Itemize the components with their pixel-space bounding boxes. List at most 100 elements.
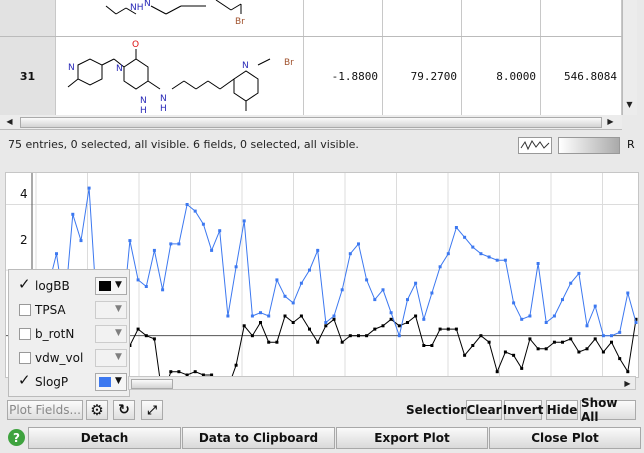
close-plot-button[interactable]: Close Plot	[489, 427, 641, 449]
data-point-slogp[interactable]	[201, 222, 205, 226]
range-slider[interactable]	[558, 137, 620, 154]
data-point-slogp[interactable]	[144, 285, 148, 288]
data-point-logbb[interactable]	[454, 327, 458, 331]
data-point-slogp[interactable]	[479, 252, 483, 256]
data-point-slogp[interactable]	[438, 265, 442, 269]
data-point-slogp[interactable]	[454, 226, 458, 229]
data-point-slogp[interactable]	[332, 314, 336, 318]
data-point-slogp[interactable]	[365, 278, 369, 282]
data-point-slogp[interactable]	[348, 252, 352, 256]
data-point-logbb[interactable]	[430, 344, 434, 347]
settings-button[interactable]: ⚙	[86, 400, 108, 420]
data-point-slogp[interactable]	[536, 262, 540, 265]
sparkline-toggle-button[interactable]	[518, 137, 552, 154]
scroll-right-icon[interactable]: ▶	[621, 377, 634, 390]
scroll-thumb[interactable]	[131, 379, 173, 389]
data-point-slogp[interactable]	[577, 271, 581, 275]
data-point-slogp[interactable]	[381, 288, 385, 292]
data-point-logbb[interactable]	[381, 324, 385, 328]
data-point-slogp[interactable]	[218, 229, 222, 233]
data-point-slogp[interactable]	[585, 324, 589, 328]
data-point-slogp[interactable]	[324, 321, 328, 324]
legend-item-rotn[interactable]: b_rotN ▼	[9, 323, 129, 347]
data-point-slogp[interactable]	[169, 242, 173, 246]
data-point-slogp[interactable]	[136, 278, 140, 282]
table-vertical-scrollbar[interactable]: ▼	[622, 0, 637, 115]
data-point-slogp[interactable]	[55, 252, 58, 256]
checkbox-unchecked-icon[interactable]	[19, 304, 31, 316]
scroll-down-icon[interactable]: ▼	[623, 98, 636, 111]
data-point-logbb[interactable]	[397, 324, 401, 328]
data-point-slogp[interactable]	[397, 334, 401, 338]
data-point-logbb[interactable]	[544, 347, 548, 351]
data-point-slogp[interactable]	[422, 317, 426, 321]
r-label[interactable]: R	[627, 138, 635, 151]
data-point-slogp[interactable]	[161, 288, 165, 292]
scroll-left-icon[interactable]: ◀	[3, 115, 16, 128]
data-point-slogp[interactable]	[340, 288, 344, 292]
data-point-slogp[interactable]	[561, 298, 564, 302]
checkbox-checked-icon[interactable]: ✓	[18, 275, 31, 293]
data-point-slogp[interactable]	[373, 298, 377, 302]
data-point-logbb[interactable]	[250, 334, 254, 338]
checkbox-unchecked-icon[interactable]	[19, 328, 31, 340]
data-point-slogp[interactable]	[291, 301, 295, 305]
data-point-logbb[interactable]	[193, 370, 197, 374]
checkbox-unchecked-icon[interactable]	[19, 352, 31, 364]
data-point-logbb[interactable]	[471, 344, 475, 347]
color-picker-rotn[interactable]: ▼	[95, 325, 127, 343]
data-point-slogp[interactable]	[634, 321, 638, 324]
data-point-logbb[interactable]	[259, 321, 262, 324]
plot-horizontal-scrollbar[interactable]: ▶	[128, 376, 636, 390]
data-point-logbb[interactable]	[528, 337, 532, 341]
fit-button[interactable]: ⤢	[141, 400, 163, 420]
legend-item-slogp[interactable]: ✓ SlogP ▼	[9, 371, 129, 395]
data-point-logbb[interactable]	[152, 337, 156, 341]
data-point-logbb[interactable]	[332, 317, 336, 321]
data-point-logbb[interactable]	[593, 337, 597, 341]
data-point-logbb[interactable]	[552, 340, 556, 344]
data-point-logbb[interactable]	[389, 317, 393, 321]
data-point-slogp[interactable]	[259, 311, 262, 315]
refresh-button[interactable]: ↻	[113, 400, 135, 420]
data-point-logbb[interactable]	[520, 366, 524, 370]
data-point-slogp[interactable]	[495, 258, 499, 262]
data-point-logbb[interactable]	[512, 353, 516, 357]
table-horizontal-scrollbar[interactable]: ◀ ▶	[0, 115, 622, 130]
data-point-logbb[interactable]	[365, 334, 369, 338]
data-point-logbb[interactable]	[373, 327, 377, 331]
scroll-thumb[interactable]	[20, 117, 602, 128]
data-point-slogp[interactable]	[503, 258, 507, 262]
data-point-slogp[interactable]	[308, 268, 311, 272]
data-point-slogp[interactable]	[593, 304, 597, 308]
data-point-logbb[interactable]	[618, 357, 622, 361]
data-point-slogp[interactable]	[544, 321, 548, 324]
data-point-slogp[interactable]	[471, 245, 475, 249]
data-point-logbb[interactable]	[242, 324, 246, 328]
data-point-logbb[interactable]	[406, 321, 409, 324]
data-point-slogp[interactable]	[487, 255, 491, 259]
data-point-slogp[interactable]	[283, 294, 287, 298]
scroll-right-icon[interactable]: ▶	[604, 115, 617, 128]
data-point-slogp[interactable]	[569, 281, 573, 285]
data-to-clipboard-button[interactable]: Data to Clipboard	[182, 427, 335, 449]
data-point-slogp[interactable]	[242, 219, 246, 223]
checkbox-checked-icon[interactable]: ✓	[18, 371, 31, 389]
data-point-slogp[interactable]	[618, 330, 622, 334]
data-point-slogp[interactable]	[299, 281, 303, 285]
table-row[interactable]: NH N Br	[0, 0, 622, 37]
help-button[interactable]: ?	[8, 429, 25, 446]
data-point-logbb[interactable]	[479, 334, 483, 338]
data-point-slogp[interactable]	[226, 314, 230, 318]
data-table[interactable]: NH N Br 31 O N N N H N H N Br -1.8800 79…	[0, 0, 622, 116]
data-point-slogp[interactable]	[250, 314, 254, 318]
data-point-slogp[interactable]	[463, 235, 467, 239]
legend-item-tpsa[interactable]: TPSA ▼	[9, 299, 129, 323]
data-point-logbb[interactable]	[487, 340, 491, 344]
data-point-logbb[interactable]	[324, 324, 328, 328]
plot-fields-button[interactable]: Plot Fields...	[7, 400, 83, 420]
data-point-slogp[interactable]	[87, 186, 91, 190]
data-point-logbb[interactable]	[626, 370, 630, 374]
data-point-logbb[interactable]	[561, 340, 564, 344]
data-point-slogp[interactable]	[234, 265, 238, 269]
